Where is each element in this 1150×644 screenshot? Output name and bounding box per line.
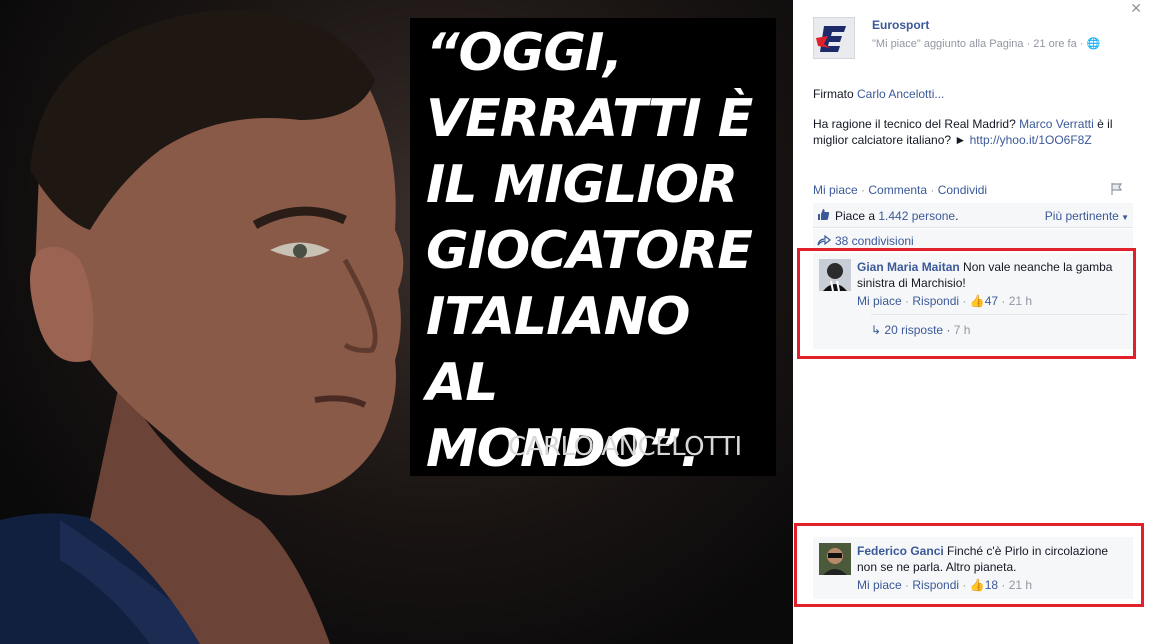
sort-dropdown[interactable]: Più pertinente ▼ <box>1045 209 1129 223</box>
close-icon[interactable]: ✕ <box>1130 0 1142 17</box>
eurosport-logo <box>814 18 854 58</box>
post-subtitle-text: "Mi piace" aggiunto alla Pagina · 21 ore… <box>872 38 1084 50</box>
comment-button[interactable]: Commenta <box>868 183 927 197</box>
likes-text: Piace a 1.442 persone. <box>835 209 958 223</box>
highlight-box <box>797 248 1136 359</box>
mention-verratti[interactable]: Marco Verratti <box>1019 117 1094 131</box>
post-line-2-prefix: Ha ragione il tecnico del Real Madrid? <box>813 117 1020 131</box>
post-line-1-prefix: Firmato <box>813 87 858 101</box>
post-line-1-suffix: ... <box>934 87 945 101</box>
post-photo[interactable]: “OGGI, VERRATTI È IL MIGLIOR GIOCATORE I… <box>0 0 793 644</box>
page-avatar[interactable] <box>813 17 855 59</box>
chevron-down-icon: ▼ <box>1118 213 1129 222</box>
post-url-link[interactable]: http://yhoo.it/1OO6F8Z <box>970 133 1092 147</box>
shares-count: 38 condivisioni <box>835 234 914 248</box>
likes-suffix: . <box>955 209 959 223</box>
like-button[interactable]: Mi piace <box>813 183 858 197</box>
post-text: Firmato Carlo Ancelotti... Ha ragione il… <box>813 86 1139 162</box>
sort-dropdown-label: Più pertinente <box>1044 209 1119 223</box>
post-actions: Mi piace · Commenta · Condividi <box>813 183 987 197</box>
action-separator: · <box>857 183 869 197</box>
likes-count-link[interactable]: 1.442 persone <box>878 209 955 223</box>
post-line-2: Ha ragione il tecnico del Real Madrid? M… <box>813 116 1139 148</box>
globe-icon: 🌐 <box>1086 38 1101 50</box>
share-arrow-icon <box>817 234 831 246</box>
flag-icon[interactable] <box>1111 183 1123 195</box>
mention-ancelotti[interactable]: Carlo Ancelotti <box>857 87 934 101</box>
page-name-link[interactable]: Eurosport <box>872 18 929 32</box>
highlight-box <box>794 523 1144 607</box>
quote-text: “OGGI, VERRATTI È IL MIGLIOR GIOCATORE I… <box>426 23 753 479</box>
quote-author: CARLO ANCELOTTI <box>508 432 742 462</box>
post-subtitle: "Mi piace" aggiunto alla Pagina · 21 ore… <box>872 37 1100 50</box>
likes-summary: Piace a 1.442 persone. Più pertinente ▼ <box>813 203 1133 228</box>
post-line-1: Firmato Carlo Ancelotti... <box>813 86 1139 102</box>
action-separator: · <box>927 183 938 197</box>
share-button[interactable]: Condividi <box>938 183 987 197</box>
likes-prefix: Piace a <box>835 209 879 223</box>
thumbs-up-icon <box>818 209 830 220</box>
